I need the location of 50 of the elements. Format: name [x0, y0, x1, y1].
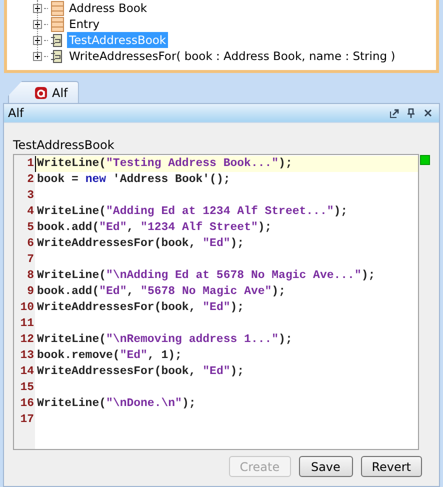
line-number: 10 [19, 300, 35, 316]
action-button[interactable]: Revert [360, 456, 422, 477]
expand-icon[interactable] [33, 4, 42, 12]
alf-logo-icon [35, 86, 47, 98]
code-line: WriteAddressesFor(book, "Ed"); [36, 364, 246, 380]
status-marker [420, 155, 430, 165]
line-number: 2 [26, 172, 35, 188]
activity-icon [50, 48, 65, 64]
tree-item[interactable]: Address Book [67, 0, 150, 16]
line-number: 11 [19, 316, 35, 332]
pin-icon[interactable] [406, 108, 416, 118]
undock-icon[interactable] [389, 108, 399, 118]
action-button[interactable]: Save [298, 456, 353, 477]
code-line: WriteAddressesFor(book, "Ed"); [36, 236, 246, 252]
panel-title: Alf [8, 106, 25, 120]
line-number: 5 [26, 220, 35, 236]
editor-tab[interactable]: Alf [8, 81, 79, 103]
expand-icon[interactable] [33, 20, 42, 28]
tree-item[interactable]: WriteAddressesFor( book : Address Book, name : String ) [67, 48, 398, 64]
line-number: 12 [19, 332, 35, 348]
code-line: book.remove("Ed", 1); [36, 348, 183, 364]
line-number: 6 [26, 236, 35, 252]
line-number: 13 [19, 348, 35, 364]
activity-icon [50, 32, 65, 48]
line-number: 14 [19, 364, 35, 380]
code-line: WriteLine("\nAdding Ed at 5678 No Magic Ave..."); [36, 268, 376, 284]
line-number: 1 [26, 156, 35, 172]
line-number: 4 [26, 204, 35, 220]
expand-icon[interactable] [33, 52, 42, 60]
tree-item[interactable]: Entry [67, 16, 102, 32]
line-number: 3 [26, 188, 35, 204]
code-line: book.add("Ed", "1234 Alf Street"); [36, 220, 273, 236]
class-icon [50, 0, 65, 16]
line-number: 17 [19, 412, 35, 428]
code-line: WriteLine("\nDone.\n"); [36, 396, 197, 412]
line-number: 15 [19, 380, 35, 396]
close-icon[interactable] [423, 108, 433, 118]
line-number: 16 [19, 396, 35, 412]
line-number: 7 [26, 252, 35, 268]
code-editor[interactable] [13, 154, 419, 450]
code-line: book.add("Ed", "5678 No Magic Ave"); [36, 284, 286, 300]
expand-icon[interactable] [33, 36, 42, 44]
class-icon [50, 16, 65, 32]
line-number: 8 [26, 268, 35, 284]
code-line: WriteAddressesFor(book, "Ed"); [36, 300, 246, 316]
code-line: WriteLine("\nRemoving address 1..."); [36, 332, 294, 348]
code-line: WriteLine("Adding Ed at 1234 Alf Street..."); [36, 204, 349, 220]
line-number: 9 [26, 284, 35, 300]
code-line: book = new 'Address Book'(); [36, 172, 232, 188]
editor-label: TestAddressBook [13, 138, 116, 152]
